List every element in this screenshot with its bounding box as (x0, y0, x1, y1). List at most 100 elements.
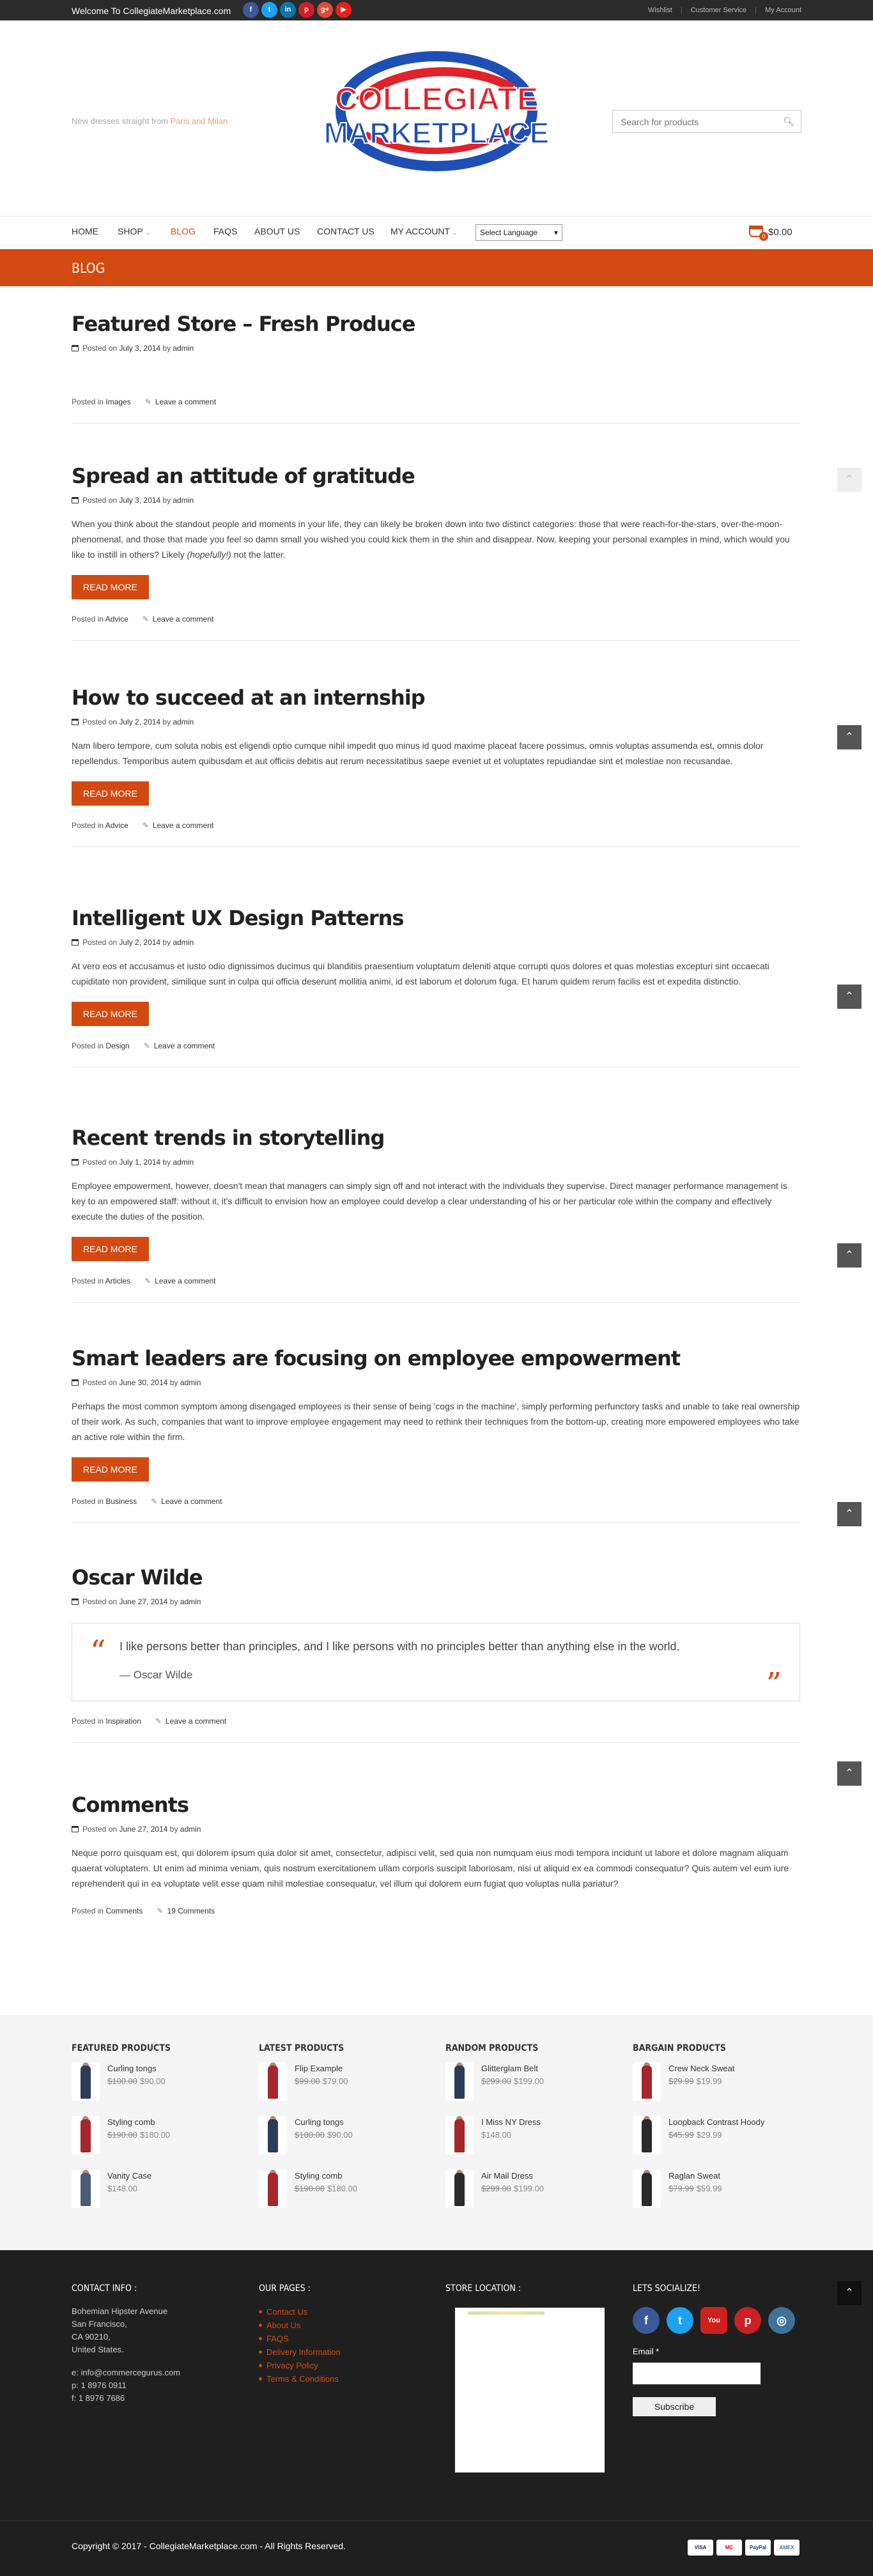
product-thumbnail[interactable] (259, 2062, 287, 2101)
nav-home[interactable]: HOME (72, 226, 98, 236)
pinterest-icon[interactable]: p (734, 2307, 761, 2334)
post-title[interactable]: Intelligent UX Design Patterns (72, 906, 800, 930)
search-input[interactable]: Search for products 🔍︎ (612, 110, 801, 133)
read-more-button[interactable]: READ MORE (72, 575, 149, 599)
comment-link[interactable]: ✎ Leave a comment (143, 615, 213, 624)
scroll-top-button[interactable]: ⌃ (837, 2281, 861, 2305)
product-thumbnail[interactable] (72, 2062, 100, 2101)
email-field[interactable] (633, 2363, 761, 2384)
comment-link[interactable]: ✎ 19 Comments (157, 1906, 215, 1915)
twitter-icon[interactable]: t (667, 2307, 693, 2334)
scroll-top-button[interactable]: ⌃ (837, 1761, 861, 1786)
post-category[interactable]: Business (105, 1497, 137, 1506)
post-date[interactable]: June 30, 2014 (119, 1378, 167, 1387)
post-date[interactable]: July 1, 2014 (119, 1158, 160, 1167)
post-title[interactable]: Oscar Wilde (72, 1565, 800, 1590)
scroll-top-button[interactable]: ⌃ (837, 985, 861, 1009)
product-item[interactable]: Air Mail Dress $299.00 $199.00 (445, 2170, 612, 2223)
product-item[interactable]: Flip Example $99.00 $79.00 (259, 2062, 425, 2116)
my-account-link[interactable]: My Account (765, 6, 801, 14)
facebook-icon[interactable]: f (243, 2, 259, 18)
read-more-button[interactable]: READ MORE (72, 1457, 149, 1482)
post-author[interactable]: admin (180, 1825, 201, 1834)
product-thumbnail[interactable] (259, 2116, 287, 2154)
post-author[interactable]: admin (173, 938, 194, 947)
product-name[interactable]: Air Mail Dress (481, 2171, 533, 2181)
post-title[interactable]: Comments (72, 1793, 800, 1817)
post-author[interactable]: admin (180, 1597, 201, 1606)
youtube-icon[interactable]: ▶ (336, 2, 352, 18)
footer-link-terms[interactable]: Terms & Conditions (259, 2372, 341, 2386)
product-name[interactable]: Glitterglam Belt (481, 2064, 538, 2073)
product-item[interactable]: Vanity Case $148.00 (72, 2170, 238, 2223)
scroll-top-button[interactable]: ⌃ (837, 1243, 861, 1268)
nav-shop[interactable]: SHOP ⌄ (118, 226, 150, 236)
subscribe-button[interactable]: Subscribe (633, 2397, 716, 2416)
product-item[interactable]: Crew Neck Sweat $29.99 $19.99 (633, 2062, 799, 2116)
nav-blog[interactable]: BLOG (171, 226, 196, 236)
post-author[interactable]: admin (173, 344, 194, 353)
post-category[interactable]: Inspiration (105, 1717, 141, 1726)
product-item[interactable]: Curling tongs $100.00 $90.00 (259, 2116, 425, 2170)
pinterest-icon[interactable]: p (298, 2, 314, 18)
post-title[interactable]: Featured Store – Fresh Produce (72, 312, 800, 336)
read-more-button[interactable]: READ MORE (72, 1002, 149, 1026)
post-author[interactable]: admin (173, 717, 194, 726)
product-thumbnail[interactable] (72, 2116, 100, 2154)
product-thumbnail[interactable] (259, 2170, 287, 2208)
post-category[interactable]: Advice (105, 615, 128, 624)
product-name[interactable]: Raglan Sweat (668, 2171, 720, 2181)
post-date[interactable]: June 27, 2014 (119, 1597, 167, 1606)
comment-link[interactable]: ✎ Leave a comment (145, 397, 216, 406)
post-category[interactable]: Design (105, 1041, 129, 1050)
google-plus-icon[interactable]: g+ (317, 2, 333, 18)
comment-link[interactable]: ✎ Leave a comment (144, 1276, 215, 1285)
store-map[interactable] (455, 2308, 605, 2472)
footer-link-about-us[interactable]: About Us (259, 2319, 341, 2332)
nav-faqs[interactable]: FAQS (213, 226, 237, 236)
product-name[interactable]: Styling comb (295, 2171, 342, 2181)
post-category[interactable]: Articles (105, 1276, 130, 1285)
comment-link[interactable]: ✎ Leave a comment (143, 821, 213, 830)
post-category[interactable]: Advice (105, 821, 128, 830)
instagram-icon[interactable]: ◎ (768, 2307, 795, 2334)
product-name[interactable]: Crew Neck Sweat (668, 2064, 734, 2073)
product-thumbnail[interactable] (445, 2062, 474, 2101)
post-author[interactable]: admin (180, 1378, 201, 1387)
product-name[interactable]: Loopback Contrast Hoody (668, 2117, 764, 2127)
product-thumbnail[interactable] (445, 2170, 474, 2208)
product-thumbnail[interactable] (72, 2170, 100, 2208)
product-name[interactable]: Curling tongs (295, 2117, 344, 2127)
product-item[interactable]: Styling comb $190.00 $180.00 (72, 2116, 238, 2170)
comment-link[interactable]: ✎ Leave a comment (151, 1497, 222, 1506)
cart-button[interactable]: 0 $0.00 (749, 226, 792, 241)
product-thumbnail[interactable] (633, 2170, 661, 2208)
post-date[interactable]: July 3, 2014 (119, 344, 160, 353)
post-date[interactable]: June 27, 2014 (119, 1825, 167, 1834)
product-thumbnail[interactable] (633, 2116, 661, 2154)
read-more-button[interactable]: READ MORE (72, 781, 149, 806)
post-date[interactable]: July 3, 2014 (119, 496, 160, 505)
language-select[interactable]: Select Language ▾ (475, 224, 562, 241)
product-item[interactable]: I Miss NY Dress $148.00 (445, 2116, 612, 2170)
facebook-icon[interactable]: f (633, 2307, 660, 2334)
product-name[interactable]: Styling comb (107, 2117, 155, 2127)
nav-about-us[interactable]: ABOUT US (254, 226, 300, 236)
product-name[interactable]: Flip Example (295, 2064, 343, 2073)
tagline-highlight[interactable]: Paris and Milan (171, 116, 228, 126)
post-date[interactable]: July 2, 2014 (119, 717, 160, 726)
post-category[interactable]: Images (105, 397, 130, 406)
scroll-top-button[interactable]: ⌃ (837, 468, 861, 492)
post-title[interactable]: Recent trends in storytelling (72, 1126, 800, 1150)
footer-link-privacy[interactable]: Privacy Policy (259, 2359, 341, 2372)
product-item[interactable]: Curling tongs $100.00 $90.00 (72, 2062, 238, 2116)
search-icon[interactable]: 🔍︎ (783, 116, 794, 127)
product-item[interactable]: Loopback Contrast Hoody $45.99 $29.99 (633, 2116, 799, 2170)
product-name[interactable]: I Miss NY Dress (481, 2117, 541, 2127)
product-thumbnail[interactable] (445, 2116, 474, 2154)
contact-email[interactable]: e: info@commercegurus.com (72, 2366, 180, 2379)
product-item[interactable]: Raglan Sweat $79.99 $59.99 (633, 2170, 799, 2223)
post-title[interactable]: Smart leaders are focusing on employee e… (72, 1346, 800, 1370)
post-author[interactable]: admin (173, 1158, 194, 1167)
site-logo[interactable]: COLLEGIATE MARKETPLACE (321, 50, 552, 172)
